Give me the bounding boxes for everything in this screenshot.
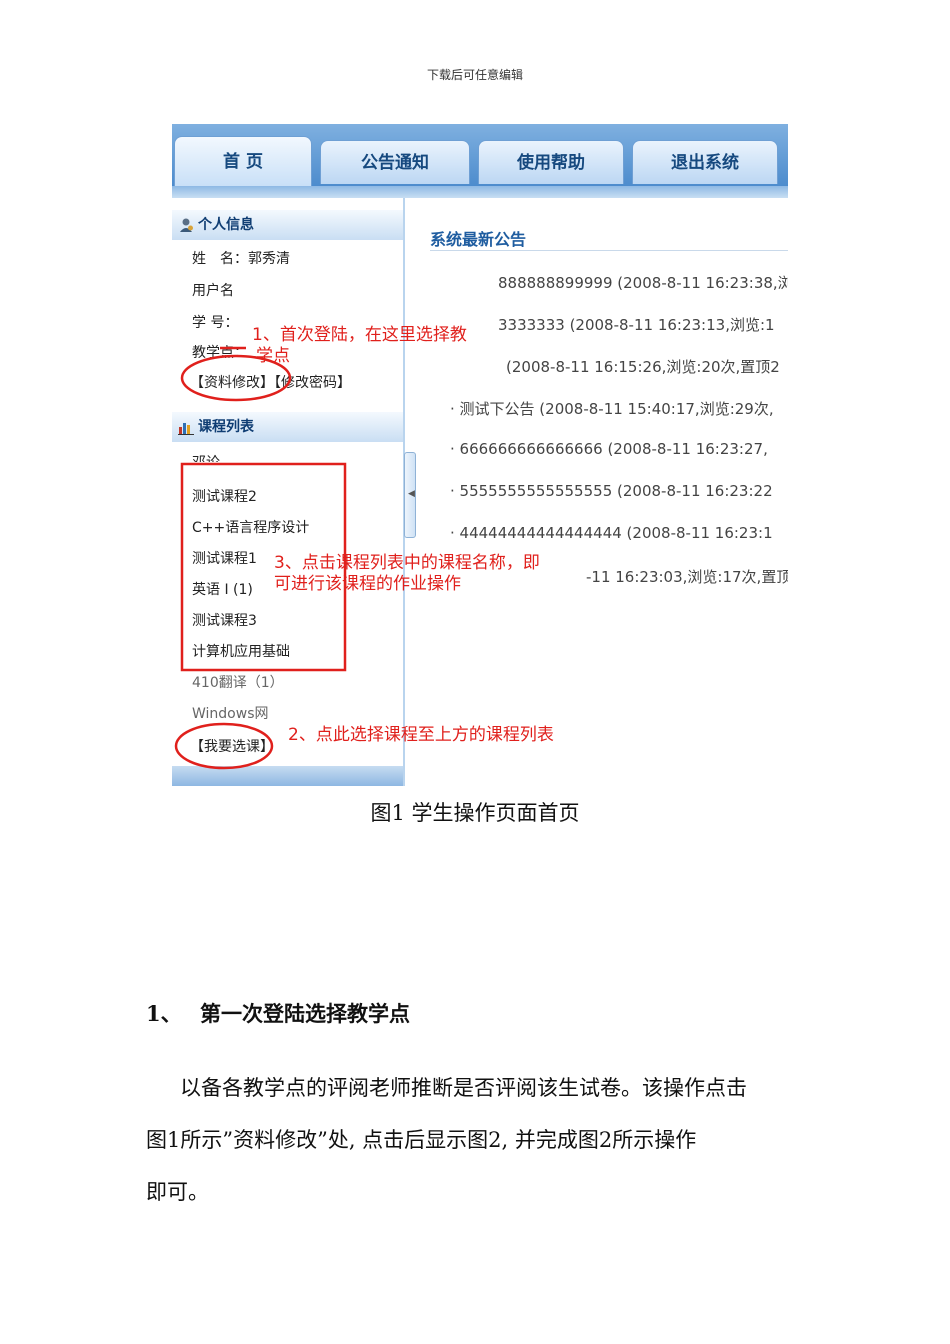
paragraph-line: 即可。 (146, 1180, 209, 1204)
annotation-1-line2: 学点 (256, 346, 290, 366)
header-note: 下载后可任意编辑 (426, 68, 523, 82)
annotation-3-line2: 可进行该课程的作业操作 (274, 574, 461, 594)
section-heading: 1、 第一次登陆选择教学点 (146, 998, 410, 1028)
paragraph-line: 以备各教学点的评阅老师推断是否评阅该生试卷。该操作点击 (180, 1076, 747, 1100)
annotation-marks (174, 346, 347, 770)
figure-caption: 图1 学生操作页面首页 (370, 801, 580, 825)
figure-screenshot: 首 页 公告通知 使用帮助 退出系统 个人信息 姓 名：郭秀清 用户名 学 号：… (172, 124, 788, 786)
annotation-2: 2、点此选择课程至上方的课程列表 (288, 725, 554, 745)
paragraph-line: 图1所示”资料修改”处, 点击后显示图2, 并完成图2所示操作 (146, 1128, 697, 1152)
section-title: 第一次登陆选择教学点 (200, 1001, 410, 1026)
circle-mark-select-course (174, 722, 274, 770)
section-number: 1、 (146, 1001, 182, 1026)
